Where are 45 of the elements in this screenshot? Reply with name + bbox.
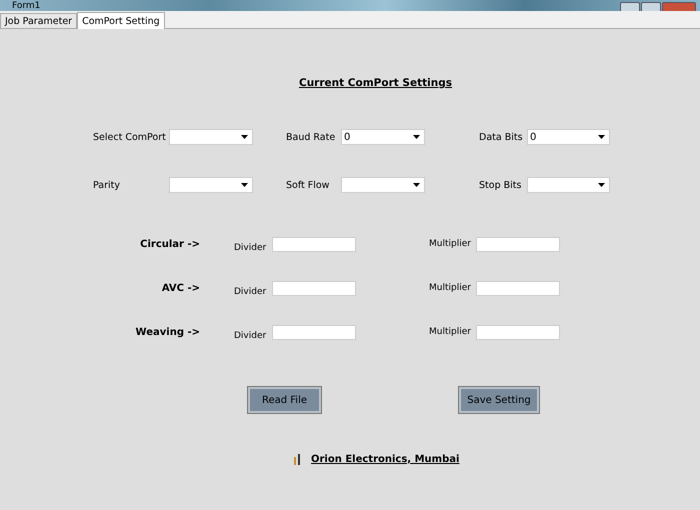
field-label: Baud Rate <box>286 132 336 142</box>
input-field[interactable] <box>272 236 356 252</box>
field-label: Soft Flow <box>286 180 330 190</box>
section-heading: Current ComPort Settings <box>299 77 453 91</box>
dropdown[interactable] <box>527 177 610 193</box>
input-field[interactable] <box>272 280 356 296</box>
logo-icon <box>293 453 303 465</box>
field-label: Parity <box>93 180 122 190</box>
dropdown[interactable]: 0 <box>341 129 425 145</box>
dropdown[interactable] <box>169 129 253 145</box>
caret-icon <box>413 135 420 139</box>
field-label: Multiplier <box>429 283 471 293</box>
tab[interactable]: Job Parameter <box>0 13 78 28</box>
row-label: Circular -> <box>139 238 200 250</box>
action-button[interactable]: Save Setting <box>459 387 539 413</box>
company-link[interactable]: Orion Electronics, Mumbai <box>311 454 460 464</box>
input-field[interactable] <box>476 236 560 252</box>
field-label: Select ComPort <box>93 132 167 142</box>
minimize-button[interactable] <box>620 2 640 11</box>
dropdown[interactable] <box>169 177 253 193</box>
input-field[interactable] <box>476 324 560 340</box>
field-label: Multiplier <box>429 327 471 337</box>
field-label: Divider <box>234 287 266 297</box>
caret-icon <box>598 183 605 187</box>
dropdown[interactable]: 0 <box>527 129 610 145</box>
window-title: Form1 <box>11 1 40 11</box>
caret-icon <box>241 135 248 139</box>
field-label: Divider <box>234 243 266 253</box>
maximize-button[interactable] <box>641 2 661 11</box>
input-field[interactable] <box>272 324 356 340</box>
field-label: Data Bits <box>479 132 524 142</box>
caret-icon <box>241 183 248 187</box>
row-label: AVC -> <box>160 282 200 294</box>
dropdown-value: 0 <box>344 132 350 142</box>
input-field[interactable] <box>476 280 560 296</box>
dropdown-value: 0 <box>530 132 536 142</box>
field-label: Divider <box>234 331 266 341</box>
tab[interactable]: ComPort Setting <box>77 12 165 29</box>
row-label: Weaving -> <box>134 326 200 338</box>
action-button[interactable]: Read File <box>248 387 321 413</box>
field-label: Stop Bits <box>479 180 522 190</box>
field-label: Multiplier <box>429 239 471 249</box>
caret-icon <box>598 135 605 139</box>
caret-icon <box>413 183 420 187</box>
dropdown[interactable] <box>341 177 425 193</box>
